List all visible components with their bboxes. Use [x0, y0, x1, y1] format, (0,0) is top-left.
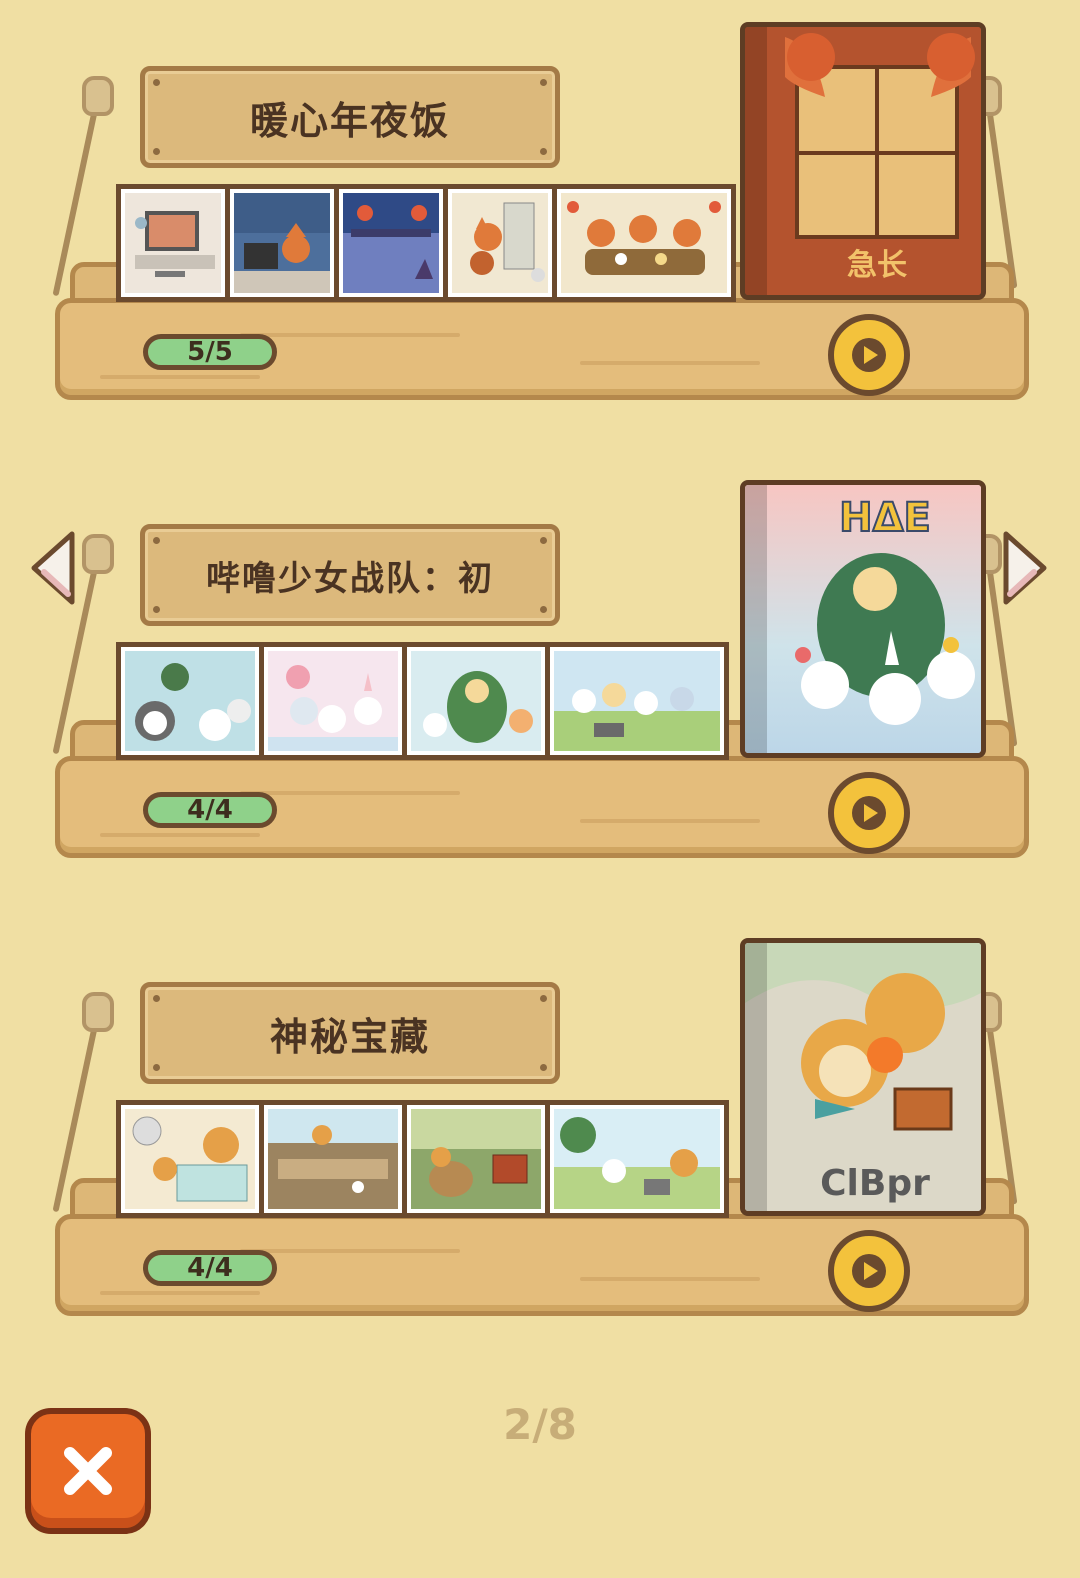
album-title-board: 神秘宝藏 — [140, 982, 560, 1084]
play-icon — [852, 1254, 886, 1288]
photo-thumbnail[interactable] — [259, 1100, 407, 1218]
album-row-2: 哔噜少女战队：初 ΗΔΕ 4/4 — [0, 458, 1080, 858]
progress-text: 4/4 — [187, 1253, 233, 1283]
left-pole-knob — [82, 76, 114, 116]
album-title: 暖心年夜饭 — [249, 98, 450, 143]
album-row-3: 神秘宝藏 ClBpr 4/4 — [0, 916, 1080, 1316]
chevron-right-icon — [1003, 531, 1047, 605]
photo-strip — [116, 184, 736, 302]
album-title-board: 哔噜少女战队：初 — [140, 524, 560, 626]
progress-badge: 4/4 — [143, 1250, 277, 1286]
photo-thumbnail[interactable] — [334, 184, 448, 302]
play-button[interactable] — [828, 1230, 910, 1312]
play-button[interactable] — [828, 314, 910, 396]
album-title: 哔噜少女战队：初 — [206, 558, 494, 599]
photo-thumbnail[interactable] — [259, 642, 407, 760]
right-pole — [985, 99, 1018, 289]
play-icon — [852, 796, 886, 830]
photo-thumbnail[interactable] — [225, 184, 339, 302]
photo-thumbnail[interactable] — [402, 642, 550, 760]
progress-badge: 4/4 — [143, 792, 277, 828]
left-pole-knob — [82, 534, 114, 574]
play-button[interactable] — [828, 772, 910, 854]
book-spine — [745, 485, 767, 753]
album-title: 神秘宝藏 — [269, 1014, 430, 1059]
photo-thumbnail[interactable] — [545, 1100, 729, 1218]
album-title-board: 暖心年夜饭 — [140, 66, 560, 168]
photo-thumbnail[interactable] — [116, 1100, 264, 1218]
photo-thumbnail[interactable] — [443, 184, 557, 302]
progress-text: 5/5 — [187, 337, 233, 367]
book-spine — [745, 943, 767, 1211]
progress-text: 4/4 — [187, 795, 233, 825]
photo-thumbnail[interactable] — [402, 1100, 550, 1218]
play-icon — [852, 338, 886, 372]
album-cover-caption: 急长 — [847, 248, 907, 283]
right-pole — [985, 1015, 1018, 1205]
book-spine — [745, 27, 767, 295]
photo-thumbnail[interactable] — [552, 184, 736, 302]
close-button[interactable] — [25, 1408, 151, 1534]
album-cover-caption: ClBpr — [820, 1163, 930, 1204]
photo-strip — [116, 1100, 729, 1218]
next-page-button[interactable] — [1002, 528, 1050, 608]
album-cover[interactable]: 急长 — [740, 22, 986, 300]
album-cover-caption: ΗΔΕ — [839, 495, 931, 541]
close-icon — [64, 1447, 112, 1495]
photo-thumbnail[interactable] — [116, 642, 264, 760]
chevron-left-icon — [31, 531, 75, 605]
album-row-1: 暖心年夜饭 急长 5/5 — [0, 0, 1080, 400]
album-cover[interactable]: ClBpr — [740, 938, 986, 1216]
left-pole-knob — [82, 992, 114, 1032]
photo-thumbnail[interactable] — [116, 184, 230, 302]
album-cover[interactable]: ΗΔΕ — [740, 480, 986, 758]
prev-page-button[interactable] — [28, 528, 76, 608]
progress-badge: 5/5 — [143, 334, 277, 370]
page-indicator: 2/8 — [503, 1400, 577, 1449]
photo-thumbnail[interactable] — [545, 642, 729, 760]
photo-strip — [116, 642, 729, 760]
